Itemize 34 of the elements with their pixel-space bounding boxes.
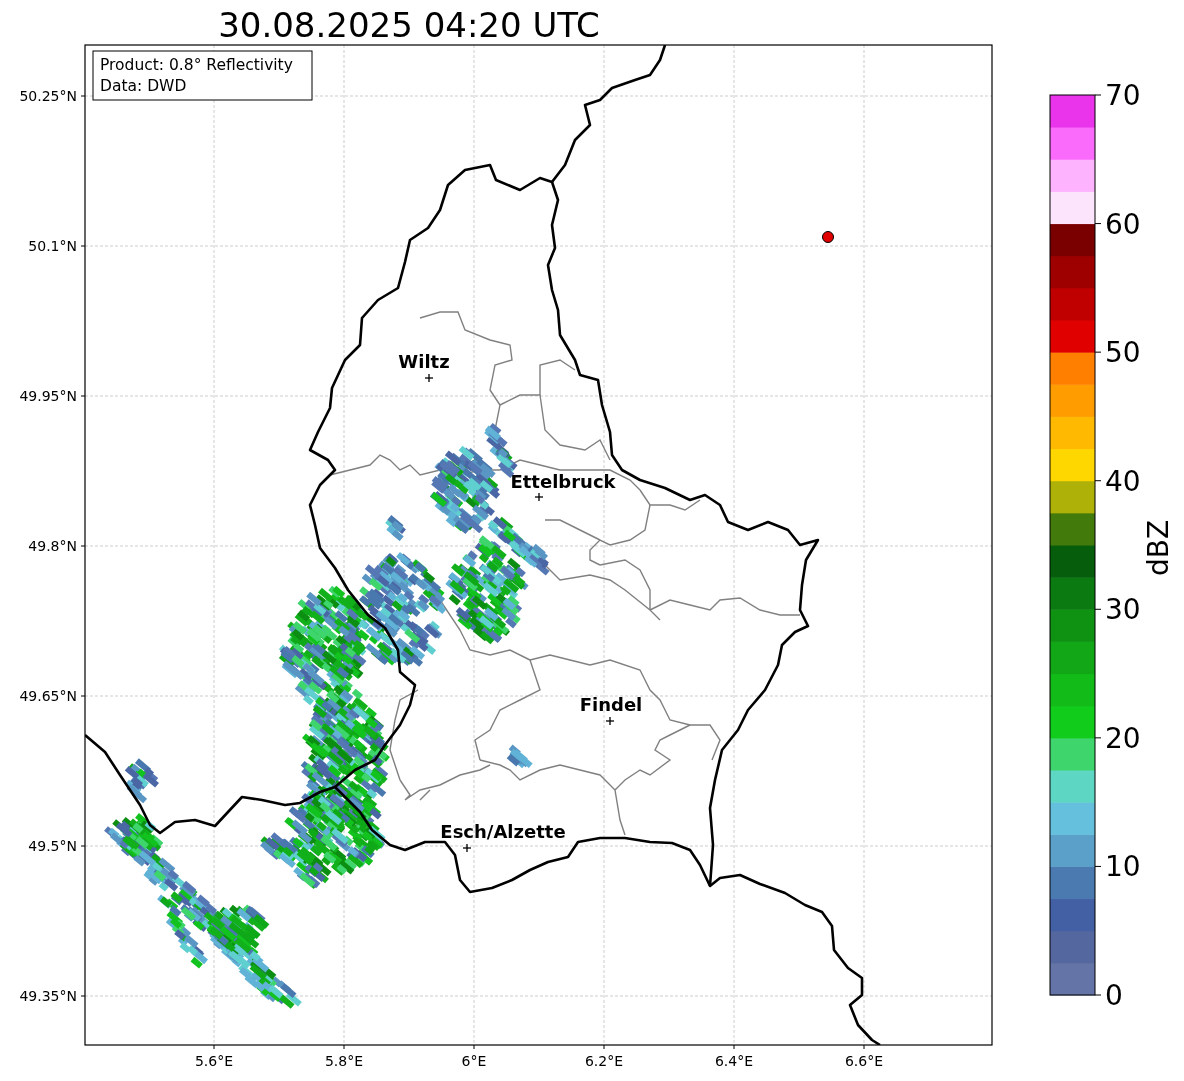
info-text: Product: 0.8° Reflectivity [100,56,293,74]
colorbar-tick-label: 30 [1105,593,1141,627]
colorbar-tick-label: 60 [1105,207,1141,241]
location-marker [822,231,834,243]
colorbar-tick-label: 20 [1105,721,1141,755]
y-tick-label: 49.65°N [19,688,77,704]
y-tick-label: 49.5°N [28,838,77,854]
colorbar-tick-label: 10 [1105,850,1141,884]
colorbar-tick-label: 70 [1105,79,1141,112]
y-tick-label: 49.95°N [19,388,77,404]
city-marker [534,492,544,502]
city-marker [462,843,472,853]
x-tick-label: 5.8°E [324,1053,364,1069]
colorbar-tick-label: 50 [1105,336,1141,370]
y-tick-label: 49.8°N [28,538,77,554]
colorbar-tick-label: 40 [1105,464,1141,498]
x-tick-label: 6.6°E [844,1053,884,1069]
city-label: Ettelbruck [510,471,616,492]
colorbar-tick-label: 0 [1105,979,1123,1012]
x-tick-label: 5.6°E [194,1053,234,1069]
info-text: Data: DWD [100,77,187,95]
y-tick-label: 49.35°N [19,988,77,1004]
city-marker [605,716,615,726]
y-tick-label: 50.25°N [19,88,77,104]
city-label: Findel [579,694,643,715]
city-label: Wiltz [398,351,450,372]
chart-title: 30.08.2025 04:20 UTC [218,5,600,45]
x-tick-label: 6.2°E [584,1053,624,1069]
x-tick-label: 6°E [461,1053,487,1069]
x-tick-label: 6.4°E [714,1053,754,1069]
city-marker [424,373,434,383]
y-tick-label: 50.1°N [28,238,77,254]
city-label: Esch/Alzette [440,821,566,842]
colorbar-label: dBZ [1142,519,1175,577]
